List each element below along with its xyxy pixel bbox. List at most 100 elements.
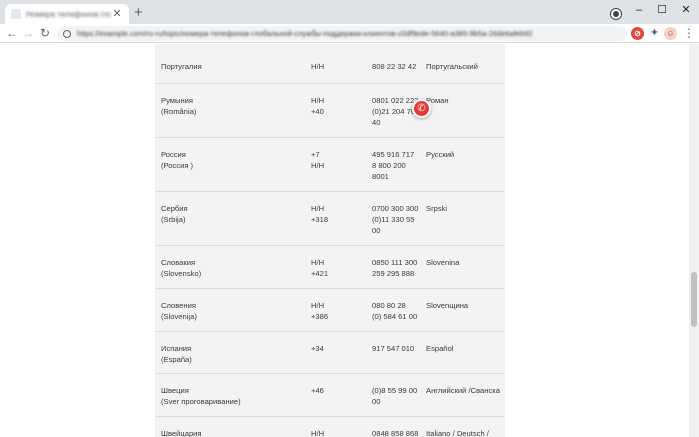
table-row: Швеция (Sver проговаривание) +46 (0)8 55 99… xyxy=(155,374,505,417)
hours-cell-line: Н/Н xyxy=(311,62,325,71)
phone-cell: 080 80 28 (0) 584 61 00 xyxy=(372,300,422,322)
phone-cell: (0)8 55 99 00 00 xyxy=(372,385,422,407)
table-row: Словакия (Slovensko) Н/Н +421 0850 111 300 25… xyxy=(155,246,505,289)
language-cell-line: Italiano / Deutsch / xyxy=(426,429,489,437)
hours-cell-line: +46 xyxy=(311,386,324,395)
language-cell: Italiano / Deutsch / xyxy=(426,428,504,437)
puzzle-extensions-icon[interactable]: ✦ xyxy=(648,27,661,40)
country-cell: Словения (Slovenija) xyxy=(161,300,306,322)
language-cell-line: Русский xyxy=(426,150,455,159)
phone-cell-line[interactable]: 917 547 010 xyxy=(372,343,422,354)
scrollbar-thumb[interactable] xyxy=(691,272,697,327)
phone-cell-line[interactable]: 0700 300 300 xyxy=(372,203,422,214)
phone-cell-line[interactable]: 8001 xyxy=(372,171,422,182)
country-cell-line: (Россия ) xyxy=(161,161,194,171)
phone-cell-line[interactable]: 40 xyxy=(372,117,422,128)
red-circle-extension-icon[interactable]: ⊘ xyxy=(631,27,644,40)
phone-cell: 917 547 010 xyxy=(372,343,422,354)
country-cell: Румыния (România) xyxy=(161,95,306,117)
country-cell: Словакия (Slovensko) xyxy=(161,257,306,279)
language-cell: Slovenщина xyxy=(426,300,504,311)
phone-call-icon[interactable]: ✆ xyxy=(412,99,431,118)
hours-cell-line: +34 xyxy=(311,344,324,353)
browser-tab[interactable]: Номера телефонов глобальной службы подде… xyxy=(5,4,129,24)
close-window-button[interactable]: ✕ xyxy=(677,2,695,18)
profile-avatar-icon[interactable]: ☺ xyxy=(664,27,677,40)
phone-cell-line[interactable]: 0848 858 868 xyxy=(372,428,422,437)
country-cell: Испания (España) xyxy=(161,343,306,365)
country-cell-line: (Srbija) xyxy=(161,215,186,225)
hours-cell-line: Н/Н xyxy=(311,96,325,105)
phone-cell-line[interactable]: 00 xyxy=(372,396,422,407)
vertical-scrollbar[interactable] xyxy=(689,44,699,437)
address-bar[interactable]: https://example.com/ru-ru/topic/номера-т… xyxy=(57,26,627,41)
hours-cell-line: +7 xyxy=(311,150,320,159)
language-cell: Srpski xyxy=(426,203,504,214)
country-cell: Швеция (Sver проговаривание) xyxy=(161,385,306,407)
country-cell: Россия (Россия ) xyxy=(161,149,306,171)
phone-cell-line[interactable]: (0) 584 61 00 xyxy=(372,311,422,322)
hours-cell-line: Н/Н xyxy=(311,301,325,310)
country-cell-line: (Slovenija) xyxy=(161,312,197,322)
hours-cell-line: +421 xyxy=(311,269,329,279)
phone-cell-line[interactable]: 495 916 717 xyxy=(372,149,422,160)
url-text[interactable]: https://example.com/ru-ru/topic/номера-т… xyxy=(77,29,533,38)
phone-cell: 0848 858 868 xyxy=(372,428,422,437)
phone-cell-line[interactable]: (0)11 330 55 xyxy=(372,214,422,225)
country-cell-line: Испания xyxy=(161,344,192,353)
phone-cell-line[interactable]: 0850 111 300 xyxy=(372,257,422,268)
reload-button[interactable]: ↻ xyxy=(37,25,53,41)
language-cell-line: Srpski xyxy=(426,204,448,213)
phone-cell-line[interactable]: 808 22 32 42 xyxy=(372,61,422,72)
phone-cell-line[interactable]: 8 800 200 xyxy=(372,160,422,171)
language-cell-line: Португальский xyxy=(426,62,478,71)
media-control-icon[interactable] xyxy=(611,9,621,19)
table-row: Испания (España) +34 917 547 010 Español xyxy=(155,332,505,374)
language-cell-line: Español xyxy=(426,344,454,353)
country-cell-line: Португалия xyxy=(161,62,202,71)
table-row: Словения (Slovenija) Н/Н +386 080 80 28 (0) 5… xyxy=(155,289,505,332)
phone-cell: 0850 111 300 259 295 888 xyxy=(372,257,422,279)
forward-button[interactable]: → xyxy=(20,25,36,41)
hours-cell: +46 xyxy=(311,385,366,396)
hours-cell: +7 Н/Н xyxy=(311,149,366,171)
hours-cell-line: +386 xyxy=(311,312,329,322)
country-cell: Сербия (Srbija) xyxy=(161,203,306,225)
back-button[interactable]: ← xyxy=(4,25,20,41)
favicon-icon xyxy=(11,9,21,19)
phone-cell-line[interactable]: (0)8 55 99 00 xyxy=(372,385,422,396)
phone-cell-line[interactable]: 00 xyxy=(372,225,422,236)
site-info-icon[interactable] xyxy=(63,29,71,38)
hours-cell-line: Н/Н xyxy=(311,258,325,267)
hours-cell-line: +318 xyxy=(311,215,329,225)
phone-cell-line[interactable]: 259 295 888 xyxy=(372,268,422,279)
minimize-button[interactable]: – xyxy=(630,2,648,18)
maximize-button[interactable]: ☐ xyxy=(653,2,671,18)
country-cell-line: Словения xyxy=(161,301,196,310)
tab-strip: Номера телефонов глобальной службы подде… xyxy=(0,0,699,24)
hours-cell: Н/Н +386 xyxy=(311,300,366,322)
tab-close-icon[interactable]: ✕ xyxy=(111,8,123,20)
phone-cell: 495 916 717 8 800 200 8001 xyxy=(372,149,422,183)
hours-cell: +34 xyxy=(311,343,366,354)
country-cell-line: Румыния xyxy=(161,96,194,105)
country-cell-line: Швеция xyxy=(161,386,189,395)
hours-cell: Н/Н +318 xyxy=(311,203,366,225)
hours-cell-line: +40 xyxy=(311,107,324,117)
browser-toolbar: ← → ↻ https://example.com/ru-ru/topic/но… xyxy=(0,24,699,43)
language-cell-line: Slovenina xyxy=(426,258,460,267)
three-dot-menu-icon[interactable]: ⋮ xyxy=(683,26,695,41)
country-cell-line: (Sver проговаривание) xyxy=(161,397,241,407)
page-viewport: Португалия Н/Н 808 22 32 42 Португальский Ру… xyxy=(0,44,689,437)
hours-cell: Н/Н +421 xyxy=(311,257,366,279)
hours-cell: Н/Н xyxy=(311,61,366,72)
country-cell-line: Россия xyxy=(161,150,186,159)
new-tab-button[interactable]: + xyxy=(134,5,143,20)
language-cell: Роман xyxy=(426,95,504,106)
phone-cell-line[interactable]: 080 80 28 xyxy=(372,300,422,311)
language-cell-line: Роман xyxy=(426,96,449,105)
country-cell: Португалия xyxy=(161,61,306,72)
table-row: Португалия Н/Н 808 22 32 42 Португальский xyxy=(155,50,505,84)
country-cell-line: Словакия xyxy=(161,258,196,267)
tab-title: Номера телефонов глобальной службы подде… xyxy=(26,9,111,19)
